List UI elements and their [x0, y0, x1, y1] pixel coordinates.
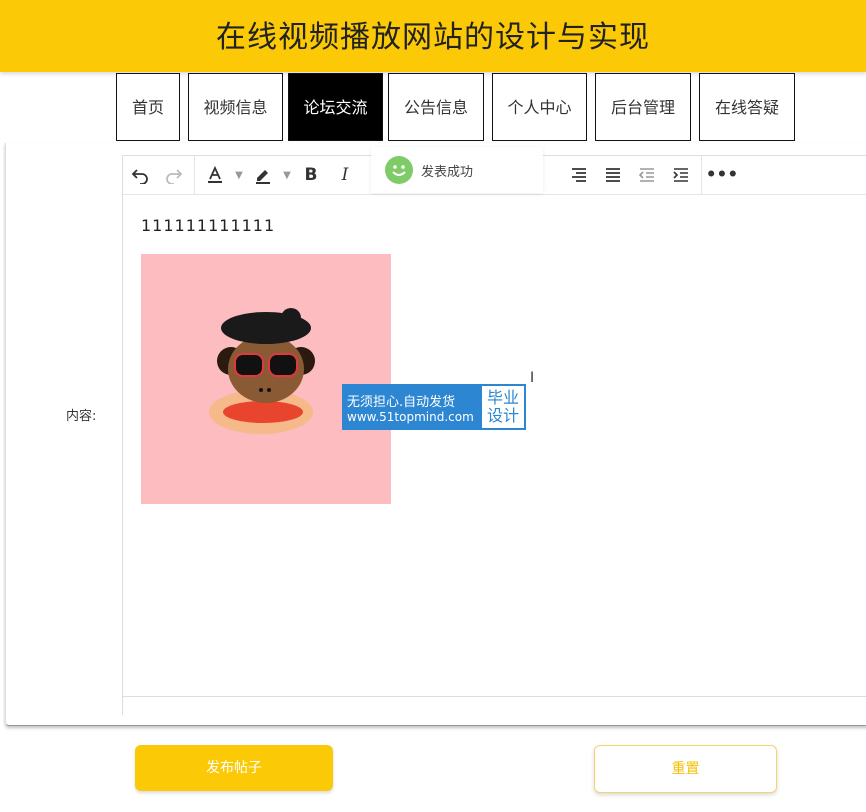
text-cursor-icon: I	[530, 370, 535, 386]
watermark-badge-line2: 设计	[486, 406, 519, 425]
nav-item-profile[interactable]: 个人中心	[492, 73, 587, 141]
rich-text-editor[interactable]: ▼ ▼ B I ••• 发表成功 111111111111 无须担心.自动发货 …	[122, 147, 866, 715]
reset-button[interactable]: 重置	[594, 745, 777, 793]
align-right-icon[interactable]	[562, 160, 596, 190]
font-color-icon[interactable]	[198, 160, 232, 190]
highlight-caret-icon[interactable]: ▼	[280, 170, 294, 181]
nav-item-forum[interactable]: 论坛交流	[288, 73, 383, 141]
indent-icon[interactable]	[664, 160, 698, 190]
monkey-image	[141, 254, 391, 504]
outdent-icon[interactable]	[630, 160, 664, 190]
redo-icon[interactable]	[157, 160, 191, 190]
more-icon[interactable]: •••	[705, 160, 739, 190]
justify-icon[interactable]	[596, 160, 630, 190]
toast-message: 发表成功	[421, 164, 474, 180]
undo-icon[interactable]	[123, 160, 157, 190]
watermark-banner: 无须担心.自动发货 www.51topmind.com 毕业 设计	[342, 384, 526, 430]
publish-post-button[interactable]: 发布帖子	[135, 745, 333, 791]
highlight-icon[interactable]	[246, 160, 280, 190]
site-title: 在线视频播放网站的设计与实现	[216, 20, 650, 55]
toolbar-divider	[194, 156, 195, 194]
content-label: 内容:	[66, 409, 97, 424]
editor-text: 111111111111	[141, 216, 276, 235]
bold-icon[interactable]: B	[294, 160, 328, 190]
site-header: 在线视频播放网站的设计与实现	[0, 0, 866, 72]
watermark-badge-line1: 毕业	[486, 388, 519, 407]
font-color-caret-icon[interactable]: ▼	[232, 170, 246, 181]
toolbar-divider	[701, 156, 702, 194]
success-toast: 发表成功	[371, 147, 543, 193]
italic-icon[interactable]: I	[328, 160, 362, 190]
main-nav: 首页 视频信息 论坛交流 公告信息 个人中心 后台管理 在线答疑	[0, 73, 866, 143]
nav-item-home[interactable]: 首页	[116, 73, 180, 141]
nav-item-admin[interactable]: 后台管理	[595, 73, 691, 141]
nav-item-qa[interactable]: 在线答疑	[699, 73, 795, 141]
smile-icon	[385, 156, 413, 184]
watermark-line1: 无须担心.自动发货	[347, 394, 456, 410]
nav-item-announcements[interactable]: 公告信息	[388, 73, 484, 141]
nav-item-videos[interactable]: 视频信息	[188, 73, 283, 141]
watermark-line2: www.51topmind.com	[347, 409, 474, 424]
editor-scrollbar[interactable]	[123, 696, 866, 715]
